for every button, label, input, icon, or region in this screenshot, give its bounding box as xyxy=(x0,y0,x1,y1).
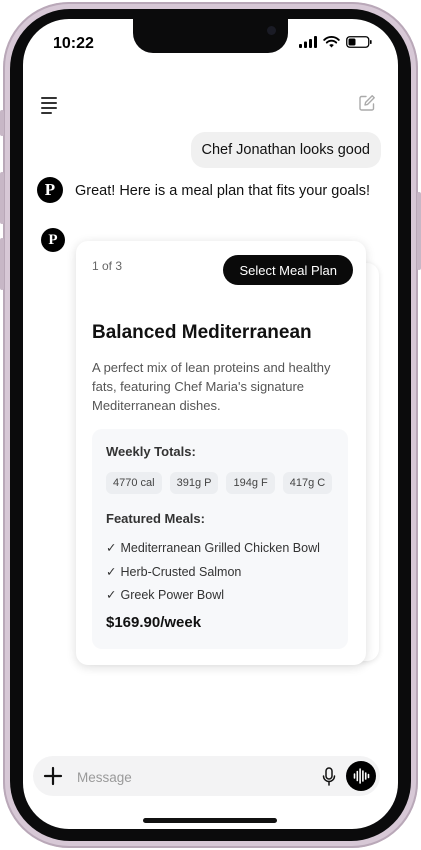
voice-mode-button[interactable] xyxy=(346,761,376,791)
meal-name: Greek Power Bowl xyxy=(120,588,224,602)
meal-name: Herb-Crusted Salmon xyxy=(120,564,242,579)
dynamic-island xyxy=(133,19,288,53)
volume-down-button xyxy=(0,238,4,290)
plan-details-box: Weekly Totals: 4770 cal 391g P 194g F 41… xyxy=(92,429,348,649)
protein-chip: 391g P xyxy=(169,472,219,494)
check-icon: ✓ xyxy=(106,588,117,602)
assistant-avatar-card: P xyxy=(41,228,65,252)
calories-chip: 4770 cal xyxy=(106,472,162,494)
voice-waveform-icon xyxy=(353,768,370,784)
user-message-bubble: Chef Jonathan looks good xyxy=(190,132,381,168)
plan-price: $169.90/week xyxy=(106,614,202,631)
meal-plan-card: 1 of 3 Select Meal Plan Balanced Mediter… xyxy=(76,241,366,665)
dictation-button[interactable] xyxy=(321,767,337,786)
meal-item: ✓ Mediterranean Grilled Chicken Bowl xyxy=(106,538,320,562)
assistant-avatar: P xyxy=(37,177,63,203)
signal-icon xyxy=(299,36,317,48)
select-meal-plan-button[interactable]: Select Meal Plan xyxy=(223,255,353,285)
battery-icon xyxy=(346,36,372,48)
mute-switch xyxy=(0,110,4,136)
add-attachment-button[interactable] xyxy=(43,766,63,786)
card-page-indicator: 1 of 3 xyxy=(92,259,123,273)
meal-item: ✓ Herb-Crusted Salmon xyxy=(106,562,320,586)
phone-screen: 10:22 Chef Jonathan looks good P Great! … xyxy=(23,19,398,829)
featured-meals-label: Featured Meals: xyxy=(106,511,205,526)
message-composer xyxy=(33,756,380,796)
home-indicator xyxy=(143,818,277,823)
volume-up-button xyxy=(0,172,4,224)
status-icons xyxy=(299,36,372,48)
meal-item: ✓ Greek Power Bowl xyxy=(106,585,320,609)
plan-title: Balanced Mediterranean xyxy=(92,322,312,343)
assistant-message: Great! Here is a meal plan that fits you… xyxy=(75,183,370,199)
featured-meals-list: ✓ Mediterranean Grilled Chicken Bowl ✓ Her… xyxy=(106,538,320,609)
status-time: 10:22 xyxy=(53,35,94,52)
compose-icon xyxy=(359,95,375,111)
weekly-totals: 4770 cal 391g P 194g F 417g C xyxy=(106,472,333,494)
meal-name: Mediterranean Grilled Chicken Bowl xyxy=(120,541,320,555)
weekly-totals-label: Weekly Totals: xyxy=(106,444,196,459)
menu-icon xyxy=(41,97,59,114)
message-input[interactable] xyxy=(75,764,299,790)
camera-icon xyxy=(267,26,276,35)
microphone-icon xyxy=(322,767,336,786)
menu-button[interactable] xyxy=(41,97,59,114)
plan-description: A perfect mix of lean proteins and healt… xyxy=(92,360,331,413)
carbs-chip: 417g C xyxy=(282,472,333,494)
fat-chip: 194g F xyxy=(226,472,275,494)
power-button xyxy=(417,192,421,270)
wifi-icon xyxy=(323,36,340,48)
check-icon: ✓ xyxy=(106,541,117,555)
check-icon: ✓ xyxy=(106,564,117,579)
plus-icon xyxy=(43,766,63,786)
new-chat-button[interactable] xyxy=(358,94,376,112)
